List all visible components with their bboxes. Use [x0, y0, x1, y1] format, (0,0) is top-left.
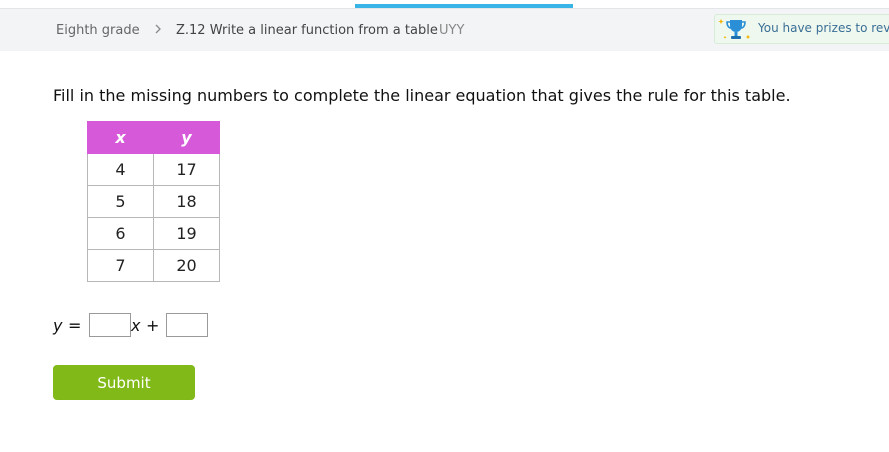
table-row: 7 20	[87, 249, 220, 282]
table-header-y: y	[153, 121, 220, 154]
skill-code: UYY	[439, 23, 465, 38]
table-cell-y: 19	[153, 217, 220, 250]
table-row: 5 18	[87, 185, 220, 218]
table-cell-y: 18	[153, 185, 220, 218]
table-cell-x: 6	[87, 217, 154, 250]
submit-button[interactable]: Submit	[53, 365, 195, 400]
xy-table: x y 4 17 5 18 6 19 7 20	[87, 121, 220, 282]
prize-banner[interactable]: You have prizes to reveal!	[714, 14, 889, 44]
table-cell-y: 17	[153, 153, 220, 186]
table-header-x: x	[87, 121, 154, 154]
table-row: 6 19	[87, 217, 220, 250]
trophy-icon	[718, 19, 751, 39]
slope-answer-input[interactable]	[89, 313, 131, 337]
equation-plus-sign: +	[146, 316, 160, 335]
equation-x-variable: x	[131, 316, 141, 335]
table-cell-x: 7	[87, 249, 154, 282]
breadcrumb-grade-link[interactable]: Eighth grade	[56, 23, 140, 38]
prize-banner-text: You have prizes to reveal!	[758, 21, 889, 35]
table-header-row: x y	[87, 121, 220, 154]
intercept-answer-input[interactable]	[166, 313, 208, 337]
chevron-right-icon	[155, 24, 161, 34]
table-cell-x: 5	[87, 185, 154, 218]
equation-y-variable: y	[53, 316, 63, 335]
equation-equals-sign: =	[68, 316, 82, 335]
table-cell-x: 4	[87, 153, 154, 186]
table-row: 4 17	[87, 153, 220, 186]
table-cell-y: 20	[153, 249, 220, 282]
question-prompt: Fill in the missing numbers to complete …	[53, 86, 791, 105]
breadcrumb-skill-link[interactable]: Z.12 Write a linear function from a tabl…	[176, 23, 438, 38]
breadcrumb: Eighth grade Z.12 Write a linear functio…	[0, 8, 889, 51]
